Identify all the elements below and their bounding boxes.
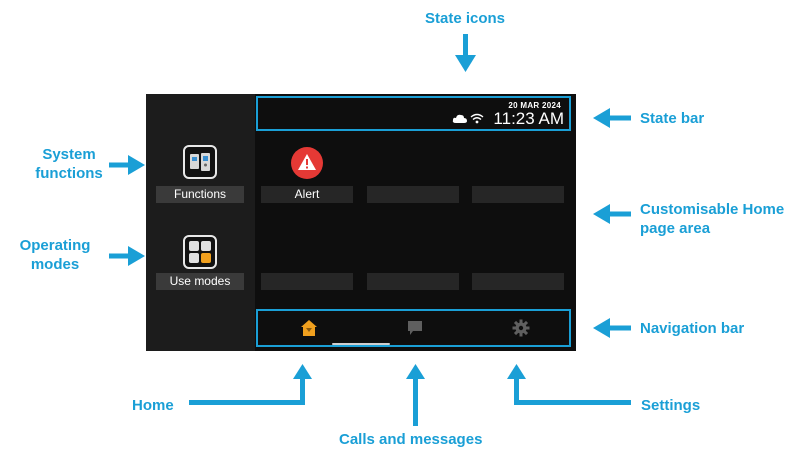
use-modes-label[interactable]: Use modes (156, 273, 244, 290)
functions-label[interactable]: Functions (156, 186, 244, 203)
navigation-bar (256, 309, 571, 347)
state-time: 11:23 AM (493, 109, 564, 128)
functions-tile[interactable] (183, 145, 217, 179)
chat-icon[interactable] (406, 319, 424, 337)
home-indicator (332, 343, 390, 345)
use-modes-tile[interactable] (183, 235, 217, 269)
arrow-state-bar (593, 108, 631, 128)
alert-icon[interactable] (290, 146, 324, 180)
empty-slot[interactable] (472, 186, 564, 203)
arrow-home (189, 364, 312, 405)
empty-slot[interactable] (261, 273, 353, 290)
arrow-calls (406, 364, 425, 426)
wifi-icon (470, 113, 484, 124)
empty-slot[interactable] (367, 186, 459, 203)
cloud-icon (452, 114, 467, 123)
gear-icon[interactable] (512, 319, 530, 337)
empty-slot[interactable] (367, 273, 459, 290)
intercom-icon (190, 153, 210, 171)
state-bar: 20 MAR 2024 11:23 AM (256, 96, 571, 131)
arrow-state-icons (455, 34, 476, 72)
arrow-system-functions (109, 155, 145, 175)
side-panel (146, 94, 255, 351)
arrow-settings (507, 364, 631, 405)
modes-grid-icon (189, 241, 211, 263)
device-screen: Functions Use modes 20 MAR 2024 11:23 AM… (146, 94, 576, 351)
arrow-navigation-bar (593, 318, 631, 338)
home-icon[interactable] (300, 319, 318, 337)
alert-label[interactable]: Alert (261, 186, 353, 203)
empty-slot[interactable] (472, 273, 564, 290)
arrow-customisable (593, 204, 631, 224)
arrow-operating-modes (109, 246, 145, 266)
